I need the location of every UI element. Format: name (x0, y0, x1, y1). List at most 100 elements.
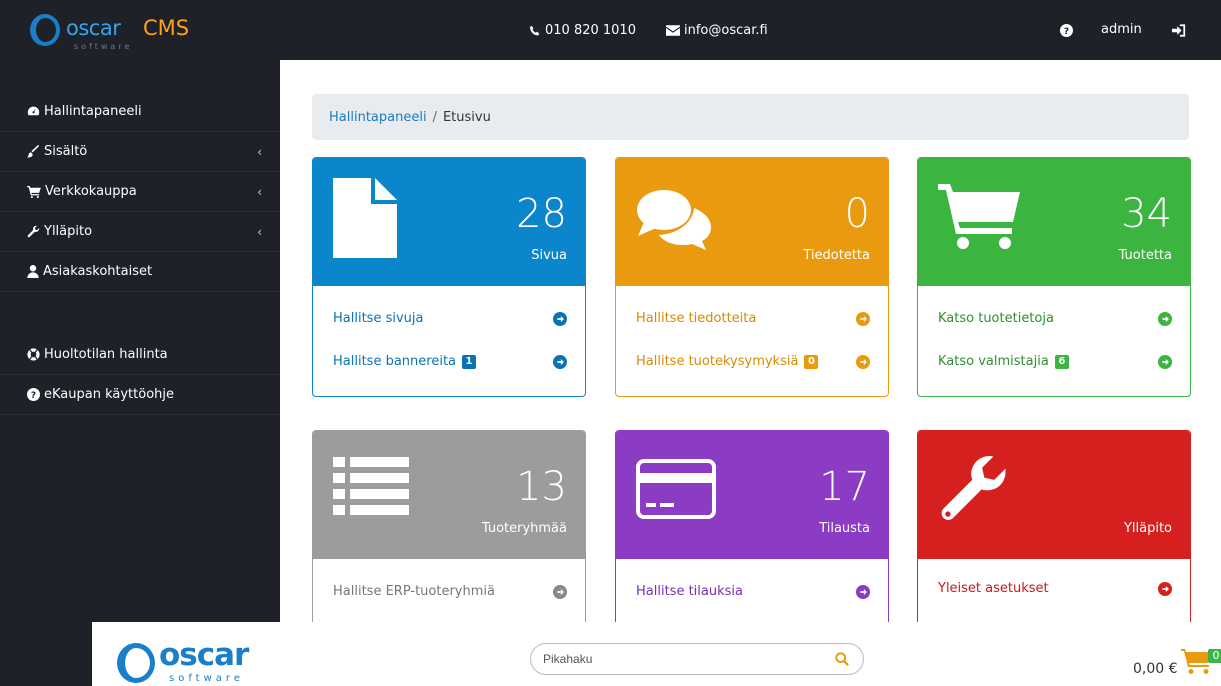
card-header: 17 Tilausta (616, 431, 888, 559)
search-input[interactable] (543, 652, 803, 666)
card-count: 17 (819, 464, 870, 510)
phone-contact[interactable]: 010 820 1010 (529, 23, 636, 38)
envelope-icon (666, 25, 680, 36)
card-count: 0 (844, 191, 870, 237)
arrow-circle-right-icon[interactable] (856, 312, 870, 326)
list-icon (333, 457, 409, 515)
oscar-software-logo[interactable]: oscar software (115, 637, 265, 686)
card-header: 28 Sivua (313, 158, 585, 286)
question-icon: ? (27, 388, 40, 401)
card-count: 28 (516, 191, 567, 237)
sidebar-item-label: eKaupan käyttöohje (44, 387, 174, 402)
lifebuoy-icon (27, 348, 40, 361)
email-address: info@oscar.fi (684, 23, 768, 38)
arrow-circle-right-icon[interactable] (553, 585, 567, 599)
card-tuoteryhmaa: 13 Tuoteryhmää Hallitse ERP-tuoteryhmiä (312, 430, 586, 630)
arrow-circle-right-icon[interactable] (856, 355, 870, 369)
sidebar-item-sisalto[interactable]: Sisältö ‹ (0, 132, 280, 172)
link-text: Katso valmistajia (938, 354, 1049, 369)
link-yleiset-asetukset[interactable]: Yleiset asetukset (938, 581, 1049, 596)
chevron-left-icon: ‹ (257, 225, 262, 239)
link-hallitse-tuotekysymyksia[interactable]: Hallitse tuotekysymyksiä 0 (636, 354, 819, 369)
card-label: Sivua (531, 248, 567, 263)
sidebar-item-kayttoohje[interactable]: ? eKaupan käyttöohje (0, 375, 280, 415)
link-hallitse-bannereita[interactable]: Hallitse bannereita 1 (333, 354, 477, 369)
card-count: 34 (1121, 191, 1172, 237)
card-label: Tiedotetta (803, 248, 870, 263)
oscar-cms-logo[interactable]: oscar CMS software (30, 12, 200, 52)
logo-cms-text: CMS (143, 16, 190, 40)
wrench-icon (941, 456, 1006, 520)
sidebar-item-label: Asiakaskohtaiset (43, 264, 153, 279)
shopping-cart-icon[interactable] (1181, 649, 1211, 675)
card-header: 0 Tiedotetta (616, 158, 888, 286)
shopping-cart-icon (938, 184, 1020, 249)
brush-icon (27, 145, 40, 158)
dashboard-icon (27, 106, 40, 116)
help-icon[interactable]: ? (1060, 24, 1073, 37)
card-label: Tilausta (819, 521, 870, 536)
arrow-circle-right-icon[interactable] (1158, 582, 1172, 596)
sidebar-item-label: Verkkokauppa (45, 184, 137, 199)
card-sivua: 28 Sivua Hallitse sivuja Hallitse banner… (312, 157, 586, 397)
link-hallitse-erp-tuoteryhmia[interactable]: Hallitse ERP-tuoteryhmiä (333, 584, 495, 599)
sidebar-item-asiakaskohtaiset[interactable]: Asiakaskohtaiset (0, 252, 280, 292)
link-text: Hallitse sivuja (333, 311, 424, 326)
link-text: Hallitse bannereita (333, 354, 457, 369)
link-hallitse-tiedotteita[interactable]: Hallitse tiedotteita (636, 311, 756, 326)
credit-card-icon (636, 459, 716, 519)
logo-mark (117, 643, 155, 683)
card-label: Ylläpito (1123, 521, 1172, 536)
link-hallitse-tilauksia[interactable]: Hallitse tilauksia (636, 584, 743, 599)
card-label: Tuotetta (1118, 248, 1172, 263)
sidebar-item-verkkokauppa[interactable]: Verkkokauppa ‹ (0, 172, 280, 212)
card-count: 13 (516, 464, 567, 510)
user-menu[interactable]: admin (1101, 22, 1142, 37)
card-header: 34 Tuotetta (918, 158, 1190, 286)
count-badge: 6 (1054, 354, 1069, 369)
link-katso-valmistajia[interactable]: Katso valmistajia 6 (938, 354, 1069, 369)
sidebar-item-label: Hallintapaneeli (44, 104, 142, 119)
arrow-circle-right-icon[interactable] (553, 355, 567, 369)
phone-number: 010 820 1010 (545, 23, 636, 38)
link-text: Hallitse tilauksia (636, 584, 743, 599)
logo-text: oscar (66, 16, 121, 40)
sidebar-item-huoltotila[interactable]: Huoltotilan hallinta (0, 335, 280, 375)
sidebar-item-label: Ylläpito (44, 224, 93, 239)
cart-total[interactable]: 0,00 € (1133, 661, 1178, 677)
chevron-left-icon: ‹ (257, 145, 262, 159)
email-contact[interactable]: info@oscar.fi (666, 23, 768, 38)
card-tilausta: 17 Tilausta Hallitse tilauksia (615, 430, 889, 630)
svg-text:?: ? (1064, 27, 1069, 37)
link-text: Hallitse tuotekysymyksiä (636, 354, 799, 369)
arrow-circle-right-icon[interactable] (553, 312, 567, 326)
phone-icon (529, 25, 540, 35)
svg-text:?: ? (31, 391, 36, 401)
link-text: Hallitse tiedotteita (636, 311, 757, 326)
logo-mark (30, 14, 60, 46)
sidebar-item-yllapito[interactable]: Ylläpito ‹ (0, 212, 280, 252)
card-header: Ylläpito (918, 431, 1190, 559)
search-icon[interactable] (835, 652, 849, 666)
card-header: 13 Tuoteryhmää (313, 431, 585, 559)
arrow-circle-right-icon[interactable] (856, 585, 870, 599)
breadcrumb-link-hallintapaneeli[interactable]: Hallintapaneeli (329, 110, 427, 125)
card-label: Tuoteryhmää (481, 521, 567, 536)
breadcrumb: Hallintapaneeli / Etusivu (312, 94, 1189, 140)
cart-count-badge: 0 (1208, 649, 1221, 663)
wrench-icon (27, 225, 40, 238)
logout-icon[interactable] (1172, 24, 1186, 37)
arrow-circle-right-icon[interactable] (1158, 355, 1172, 369)
link-text: Katso tuotetietoja (938, 311, 1054, 326)
quick-search (530, 643, 864, 675)
link-text: Hallitse ERP-tuoteryhmiä (333, 584, 495, 599)
link-hallitse-sivuja[interactable]: Hallitse sivuja (333, 311, 423, 326)
link-katso-tuotetietoja[interactable]: Katso tuotetietoja (938, 311, 1054, 326)
comments-icon (637, 190, 711, 250)
link-text: Yleiset asetukset (938, 581, 1049, 596)
sidebar-item-hallintapaneeli[interactable]: Hallintapaneeli (0, 92, 280, 132)
breadcrumb-separator: / (432, 109, 437, 125)
chevron-left-icon: ‹ (257, 185, 262, 199)
card-tiedotetta: 0 Tiedotetta Hallitse tiedotteita Hallit… (615, 157, 889, 397)
arrow-circle-right-icon[interactable] (1158, 312, 1172, 326)
